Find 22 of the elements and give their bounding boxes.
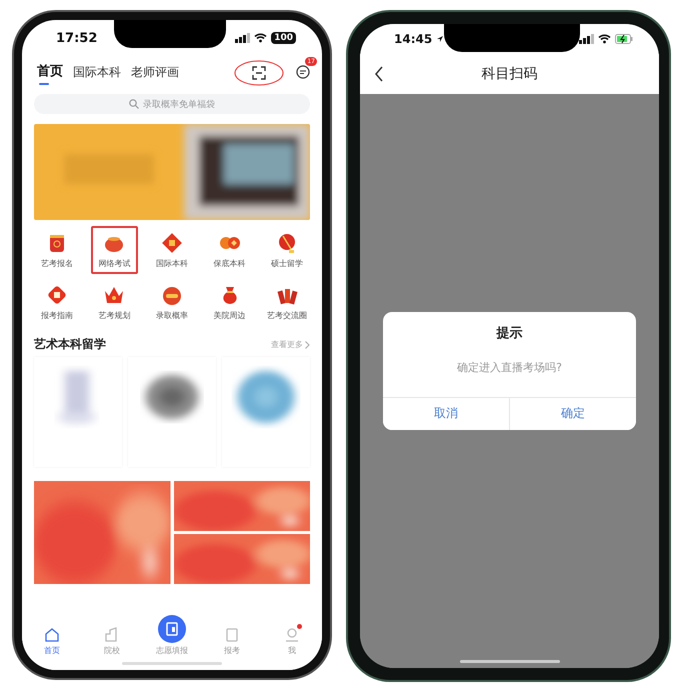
dialog-button[interactable]: 确定 bbox=[509, 398, 636, 430]
shortcut-item[interactable]: 录取概率 bbox=[148, 278, 196, 326]
section-title: 艺术本科留学 bbox=[34, 336, 106, 353]
shortcut-item[interactable]: 硕士留学 bbox=[263, 226, 311, 274]
dialog-title: 提示 bbox=[495, 325, 524, 342]
dialog-message: 确定进入直播考场吗? bbox=[456, 360, 563, 376]
shortcut-item[interactable]: 国际本科 bbox=[148, 226, 196, 274]
status-time: 14:45 bbox=[394, 32, 432, 46]
shortcut-item[interactable]: 艺考交流圈 bbox=[263, 278, 311, 326]
shortcut-item[interactable]: 美院周边 bbox=[206, 278, 254, 326]
top-tab[interactable]: 首页 bbox=[36, 60, 64, 86]
top-tab[interactable]: 老师评画 bbox=[130, 60, 180, 86]
status-time: 17:52 bbox=[56, 30, 98, 46]
shortcut-item[interactable]: 保底本科 bbox=[206, 226, 254, 274]
shortcut-item[interactable]: 报考指南 bbox=[33, 278, 81, 326]
page-title: 科目扫码 bbox=[482, 65, 538, 83]
battery-level: 100 bbox=[271, 32, 296, 44]
top-tab[interactable]: 国际本科 bbox=[72, 60, 122, 86]
shortcut-item[interactable]: 网络考试 bbox=[90, 226, 138, 274]
nav-tab[interactable]: 首页 bbox=[44, 645, 60, 656]
shortcut-item[interactable]: 艺考报名 bbox=[33, 226, 81, 274]
shortcut-item[interactable]: 艺考规划 bbox=[90, 278, 138, 326]
